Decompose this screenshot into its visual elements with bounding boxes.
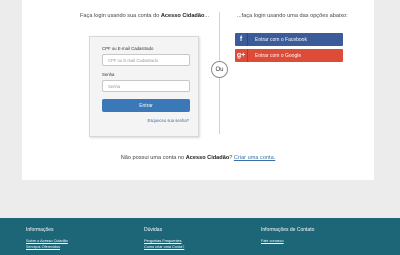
login-title: Faça login usando sua conta do Acesso Ci… — [80, 13, 209, 19]
footer-link-faq[interactable]: Perguntas Frequentes — [144, 239, 184, 243]
facebook-login-button[interactable]: f Entrar com o Facebook — [235, 33, 343, 46]
login-submit-button[interactable]: Entrar — [102, 99, 190, 112]
signup-brand: Acesso Cidadão — [185, 155, 230, 161]
footer-column-contact: Informações de Contato Fale conosco — [261, 227, 314, 245]
site-footer: Informações Sobre o Acesso Cidadão Servi… — [0, 218, 400, 255]
forgot-password-link[interactable]: Esqueceu sua senha? — [148, 118, 189, 123]
social-login-title: ...faça login usando uma das opções abai… — [237, 13, 348, 19]
footer-link-services[interactable]: Serviços Oferecidos — [26, 245, 68, 249]
google-login-label: Entrar com o Google — [255, 52, 302, 59]
google-icon: g+ — [235, 49, 248, 62]
password-input[interactable]: Senha — [102, 80, 190, 92]
footer-column-info: Informações Sobre o Acesso Cidadão Servi… — [26, 227, 68, 250]
footer-column-help: Dúvidas Perguntas Frequentes Como criar … — [144, 227, 184, 250]
login-title-prefix: Faça login usando sua conta do — [80, 13, 161, 19]
footer-column-title: Dúvidas — [144, 227, 163, 233]
footer-link-create-account[interactable]: Como criar uma Conta? — [144, 245, 184, 249]
login-title-brand: Acesso Cidadão — [160, 13, 205, 19]
footer-column-title: Informações de Contato — [261, 227, 315, 233]
signup-prefix: Não possui uma conta no — [120, 155, 186, 161]
password-label: Senha — [102, 72, 115, 77]
or-badge: Ou — [211, 61, 228, 78]
facebook-icon: f — [235, 33, 248, 46]
facebook-login-label: Entrar com o Facebook — [255, 36, 307, 43]
login-form: CPF ou E-mail Cadastrado CPF ou E-mail C… — [89, 36, 199, 137]
google-login-button[interactable]: g+ Entrar com o Google — [235, 49, 343, 62]
cpf-email-label: CPF ou E-mail Cadastrado — [102, 46, 154, 51]
signup-prompt: Não possui uma conta no Acesso Cidadão? … — [22, 155, 374, 161]
login-card: Faça login usando sua conta do Acesso Ci… — [22, 0, 374, 180]
login-title-suffix: ... — [204, 13, 210, 19]
create-account-link[interactable]: Criar uma conta. — [234, 155, 275, 161]
footer-column-title: Informações — [26, 227, 54, 233]
cpf-email-input[interactable]: CPF ou E-mail Cadastrado — [102, 54, 190, 66]
footer-link-contact[interactable]: Fale conosco — [261, 239, 314, 243]
footer-link-about[interactable]: Sobre o Acesso Cidadão — [26, 239, 68, 243]
